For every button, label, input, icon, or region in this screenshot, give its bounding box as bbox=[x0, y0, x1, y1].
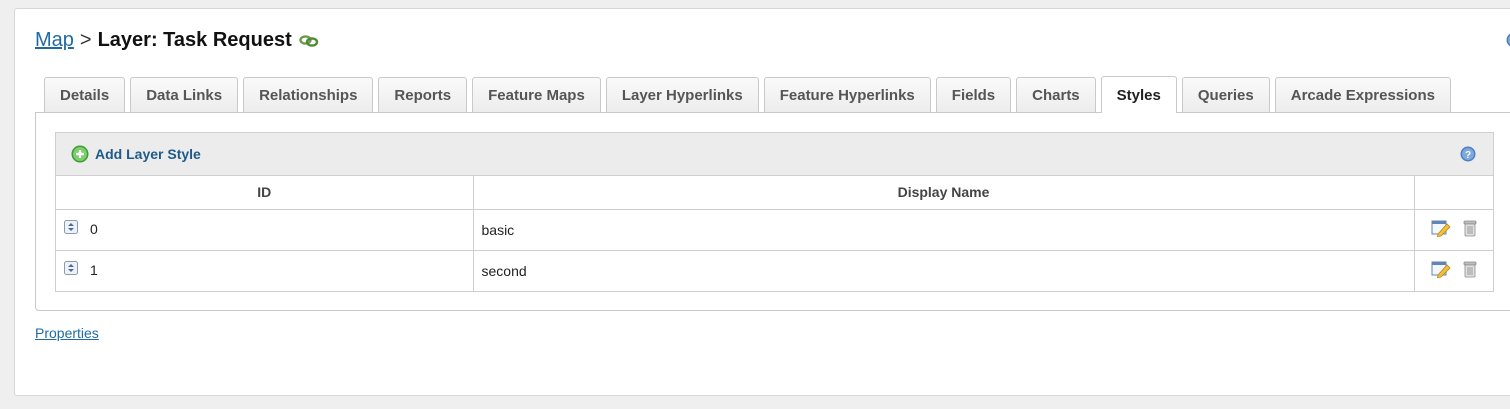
style-id: 1 bbox=[90, 261, 98, 278]
column-header-display-name[interactable]: Display Name bbox=[473, 176, 1415, 210]
help-icon[interactable]: ? bbox=[1506, 32, 1510, 53]
breadcrumb: Map > Layer: Task Request bbox=[35, 27, 319, 54]
tab-queries[interactable]: Queries bbox=[1181, 77, 1270, 113]
chain-link-icon[interactable] bbox=[299, 31, 319, 54]
tab-charts[interactable]: Charts bbox=[1016, 77, 1096, 113]
add-layer-style-button[interactable]: Add Layer Style bbox=[71, 145, 201, 163]
tab-layer-hyperlinks[interactable]: Layer Hyperlinks bbox=[605, 77, 759, 113]
sort-handle-icon[interactable] bbox=[64, 260, 78, 278]
tab-data-links[interactable]: Data Links bbox=[130, 77, 239, 113]
sort-handle-icon[interactable] bbox=[64, 219, 78, 237]
column-header-actions bbox=[1414, 176, 1493, 210]
styles-table: ID Display Name 0 basic 1 second bbox=[56, 176, 1493, 291]
style-display-name: basic bbox=[473, 209, 1415, 251]
breadcrumb-map-link[interactable]: Map bbox=[35, 29, 74, 52]
tab-details[interactable]: Details bbox=[44, 77, 126, 113]
tab-bar: Details Data Links Relationships Reports… bbox=[44, 76, 1456, 113]
trash-icon[interactable] bbox=[1463, 260, 1477, 281]
tab-arcade-expressions[interactable]: Arcade Expressions bbox=[1274, 77, 1451, 113]
add-layer-style-label: Add Layer Style bbox=[95, 146, 201, 162]
styles-tab-content: Add Layer Style ? ID Display Name 0 basi… bbox=[35, 112, 1510, 311]
layer-panel: Map > Layer: Task Request ? Details Data… bbox=[14, 8, 1510, 396]
tab-feature-maps[interactable]: Feature Maps bbox=[472, 77, 601, 113]
tab-fields[interactable]: Fields bbox=[935, 77, 1012, 113]
id-cell: 1 bbox=[56, 250, 474, 291]
edit-icon[interactable] bbox=[1431, 260, 1451, 281]
page-title: Layer: Task Request bbox=[97, 29, 292, 51]
breadcrumb-separator: > bbox=[79, 29, 92, 51]
grid-toolbar: Add Layer Style ? bbox=[56, 133, 1493, 176]
svg-text:?: ? bbox=[1465, 150, 1471, 161]
tab-feature-hyperlinks[interactable]: Feature Hyperlinks bbox=[763, 77, 931, 113]
help-icon[interactable]: ? bbox=[1460, 146, 1476, 167]
tab-styles[interactable]: Styles bbox=[1100, 76, 1177, 113]
tab-reports[interactable]: Reports bbox=[378, 77, 468, 113]
layer-styles-grid: Add Layer Style ? ID Display Name 0 basi… bbox=[55, 132, 1494, 292]
add-circle-icon bbox=[71, 145, 89, 163]
trash-icon[interactable] bbox=[1463, 219, 1477, 240]
table-header-row: ID Display Name bbox=[56, 176, 1493, 210]
edit-icon[interactable] bbox=[1431, 219, 1451, 240]
table-row: 0 basic bbox=[56, 209, 1493, 251]
style-display-name: second bbox=[473, 250, 1415, 291]
column-header-id[interactable]: ID bbox=[56, 176, 474, 210]
properties-link[interactable]: Properties bbox=[35, 325, 99, 341]
row-actions bbox=[1414, 250, 1493, 291]
row-actions bbox=[1414, 209, 1493, 251]
table-row: 1 second bbox=[56, 250, 1493, 291]
style-id: 0 bbox=[90, 220, 98, 237]
id-cell: 0 bbox=[56, 209, 474, 251]
tab-relationships[interactable]: Relationships bbox=[243, 77, 374, 113]
